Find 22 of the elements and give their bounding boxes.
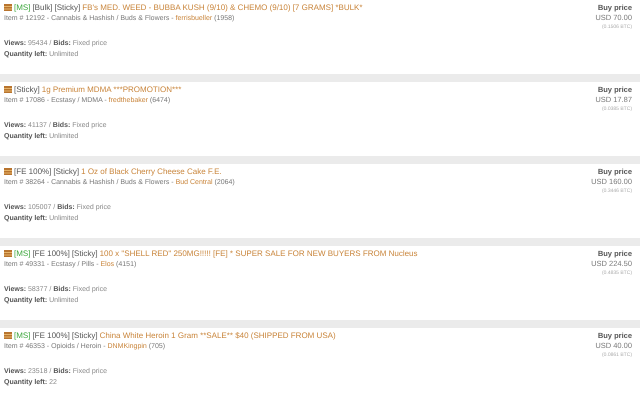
listing-tag: [Sticky]: [72, 330, 98, 341]
listing-title-link[interactable]: China White Heroin 1 Gram **SALE** $40 (SHIPPED FROM USA): [100, 330, 336, 341]
listing-title-link[interactable]: 1 Oz of Black Cherry Cheese Cake F.E.: [81, 166, 222, 177]
package-icon: [4, 332, 12, 339]
listing-title-link[interactable]: 1g Premium MDMA ***PROMOTION***: [42, 84, 182, 95]
listing-tag: [MS]: [14, 2, 30, 13]
listing-tag: [Bulk]: [32, 2, 52, 13]
listing-title-link[interactable]: FB's MED. WEED - BUBBA KUSH (9/10) & CHEMO (9/10) [7 GRAMS] *BULK*: [82, 2, 363, 13]
listing-title-link[interactable]: 100 x "SHELL RED" 250MG!!!!! [FE] * SUPER SALE FOR NEW BUYERS FROM Nucleus: [100, 248, 418, 259]
package-icon: [4, 168, 12, 175]
listing-tag: [Sticky]: [14, 84, 40, 95]
listing-tag: [MS]: [14, 330, 30, 341]
listing-tag: [Sticky]: [72, 248, 98, 259]
package-icon: [4, 4, 12, 11]
listing-tag: [FE 100%]: [14, 166, 52, 177]
listing-tag: [Sticky]: [53, 166, 80, 177]
listing-tag: [MS]: [14, 248, 30, 259]
listing-tag: [Sticky]: [54, 2, 80, 13]
listing-tag: [FE 100%]: [32, 248, 70, 259]
package-icon: [4, 250, 12, 257]
package-icon: [4, 86, 12, 93]
listing-tag: [FE 100%]: [32, 330, 70, 341]
